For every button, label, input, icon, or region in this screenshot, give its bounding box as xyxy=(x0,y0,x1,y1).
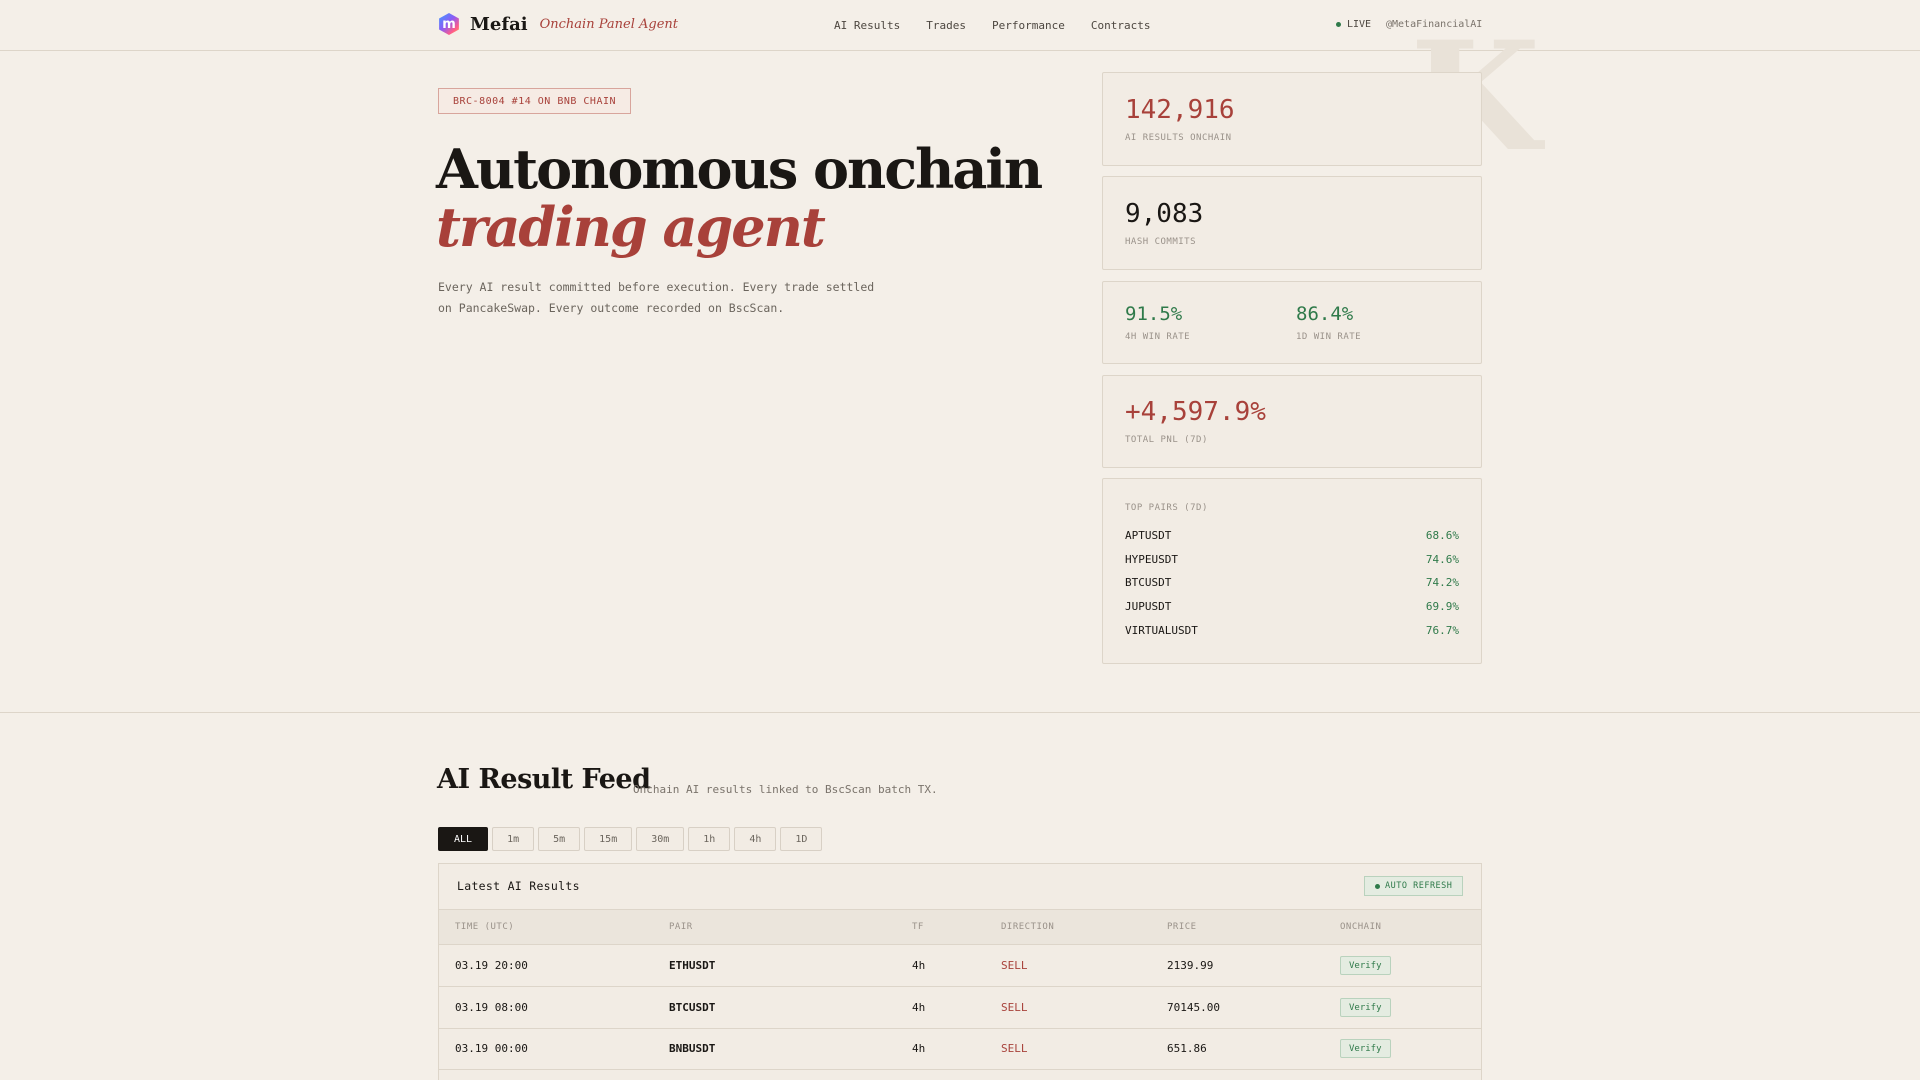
table-header: TIME (UTC) PAIR TF DIRECTION PRICE ONCHA… xyxy=(439,909,1481,945)
cell-tf: 4h xyxy=(912,1042,926,1055)
ai-results-table: Latest AI Results AUTO REFRESH TIME (UTC… xyxy=(438,863,1482,1080)
table-row: 03.19 20:00 ETHUSDT 4h SELL 2139.99 Veri… xyxy=(439,946,1481,987)
cell-time: 03.19 20:00 xyxy=(455,959,528,972)
col-direction: DIRECTION xyxy=(1001,922,1055,932)
table-row: 03.19 00:00 BNBUSDT 4h SELL 651.86 Verif… xyxy=(439,1029,1481,1070)
cell-pair: ETHUSDT xyxy=(669,959,716,972)
stat-card-hash-commits: 9,083 HASH COMMITS xyxy=(1102,176,1482,270)
verify-button[interactable]: Verify xyxy=(1340,998,1391,1017)
brand-name: Mefai xyxy=(470,13,528,35)
filter-5m[interactable]: 5m xyxy=(538,827,581,851)
cell-direction: SELL xyxy=(1001,1001,1028,1014)
cell-pair: BTCUSDT xyxy=(669,1001,716,1014)
stat-label: HASH COMMITS xyxy=(1125,237,1197,247)
top-header: m Mefai Onchain Panel Agent AI Results T… xyxy=(0,0,1920,51)
nav-trades[interactable]: Trades xyxy=(926,19,966,32)
stat-card-win-rates: 91.5% 4H WIN RATE 86.4% 1D WIN RATE xyxy=(1102,281,1482,364)
col-price: PRICE xyxy=(1167,922,1197,932)
cell-price: 651.86 xyxy=(1167,1042,1207,1055)
feed-title: AI Result Feed xyxy=(437,764,651,795)
pair-rate: 68.6% xyxy=(1425,529,1459,542)
timeframe-filters: ALL 1m 5m 15m 30m 1h 4h 1D xyxy=(438,827,826,851)
col-tf: TF xyxy=(912,922,924,932)
nav-contracts[interactable]: Contracts xyxy=(1091,19,1151,32)
top-pairs-card: TOP PAIRS (7D) APTUSDT 68.6% HYPEUSDT 74… xyxy=(1102,478,1482,664)
cell-direction: SELL xyxy=(1001,1042,1028,1055)
hero-title-line1: Autonomous onchain xyxy=(436,137,1043,201)
cell-tf: 4h xyxy=(912,1001,926,1014)
hero-description: Every AI result committed before executi… xyxy=(438,280,875,315)
stat-label-1d: 1D WIN RATE xyxy=(1296,332,1362,342)
brand[interactable]: m Mefai Onchain Panel Agent xyxy=(438,13,678,35)
filter-15m[interactable]: 15m xyxy=(584,827,633,851)
list-item[interactable]: APTUSDT 68.6% xyxy=(1125,529,1459,542)
stat-value: 142,916 xyxy=(1125,95,1235,125)
nav-performance[interactable]: Performance xyxy=(992,19,1065,32)
stat-label: TOTAL PNL (7D) xyxy=(1125,435,1208,445)
stat-card-ai-results: 142,916 AI RESULTS ONCHAIN xyxy=(1102,72,1482,166)
cell-time: 03.19 08:00 xyxy=(455,1001,528,1014)
verify-button[interactable]: Verify xyxy=(1340,956,1391,975)
chain-badge: BRC-8004 #14 ON BNB CHAIN xyxy=(438,88,632,114)
pair-rate: 74.6% xyxy=(1425,553,1459,566)
cell-direction: SELL xyxy=(1001,959,1028,972)
live-indicator: LIVE xyxy=(1336,19,1371,30)
auto-refresh-label: AUTO REFRESH xyxy=(1385,881,1453,891)
filter-30m[interactable]: 30m xyxy=(636,827,685,851)
live-dot-icon xyxy=(1336,22,1341,27)
feed-subtitle: Onchain AI results linked to BscScan bat… xyxy=(633,783,938,796)
stat-label-4h: 4H WIN RATE xyxy=(1125,332,1191,342)
brand-subtitle: Onchain Panel Agent xyxy=(539,16,678,32)
stat-value: +4,597.9% xyxy=(1125,397,1266,427)
list-item[interactable]: HYPEUSDT 74.6% xyxy=(1125,553,1459,566)
col-time: TIME (UTC) xyxy=(455,922,515,932)
stat-value: 9,083 xyxy=(1125,199,1204,229)
list-item[interactable]: JUPUSDT 69.9% xyxy=(1125,600,1459,613)
stat-value-1d: 86.4% xyxy=(1296,303,1354,325)
pair-rate: 74.2% xyxy=(1425,576,1459,589)
stat-value-4h: 91.5% xyxy=(1125,303,1183,325)
cell-price: 2139.99 xyxy=(1167,959,1214,972)
pair-rate: 76.7% xyxy=(1425,624,1459,637)
nav-ai-results[interactable]: AI Results xyxy=(834,19,900,32)
pair-name: APTUSDT xyxy=(1125,529,1172,542)
cell-price: 70145.00 xyxy=(1167,1001,1220,1014)
hero-title-line2: trading agent xyxy=(436,195,826,259)
table-row: 03.19 08:00 BTCUSDT 4h SELL 70145.00 Ver… xyxy=(439,988,1481,1029)
list-item[interactable]: BTCUSDT 74.2% xyxy=(1125,576,1459,589)
stat-label: AI RESULTS ONCHAIN xyxy=(1125,133,1232,143)
pair-name: VIRTUALUSDT xyxy=(1125,624,1198,637)
cell-pair: BNBUSDT xyxy=(669,1042,716,1055)
table-title: Latest AI Results xyxy=(457,879,580,893)
section-divider xyxy=(0,712,1920,713)
cell-time: 03.19 00:00 xyxy=(455,1042,528,1055)
col-onchain: ONCHAIN xyxy=(1340,922,1382,932)
top-pairs-title: TOP PAIRS (7D) xyxy=(1125,503,1208,513)
pair-name: JUPUSDT xyxy=(1125,600,1172,613)
filter-all[interactable]: ALL xyxy=(438,827,489,851)
main-nav: AI Results Trades Performance Contracts xyxy=(834,19,1176,32)
verify-button[interactable]: Verify xyxy=(1340,1039,1391,1058)
mefai-logo-icon: m xyxy=(439,13,459,35)
pair-rate: 69.9% xyxy=(1425,600,1459,613)
stat-card-pnl: +4,597.9% TOTAL PNL (7D) xyxy=(1102,375,1482,468)
auto-refresh-toggle[interactable]: AUTO REFRESH xyxy=(1364,876,1464,896)
col-pair: PAIR xyxy=(669,922,693,932)
refresh-dot-icon xyxy=(1375,883,1380,889)
list-item[interactable]: VIRTUALUSDT 76.7% xyxy=(1125,624,1459,637)
filter-1d[interactable]: 1D xyxy=(780,827,823,851)
cell-tf: 4h xyxy=(912,959,926,972)
pair-name: HYPEUSDT xyxy=(1125,553,1178,566)
filter-4h[interactable]: 4h xyxy=(734,827,777,851)
pair-name: BTCUSDT xyxy=(1125,576,1172,589)
filter-1h[interactable]: 1h xyxy=(688,827,731,851)
live-label: LIVE xyxy=(1347,19,1372,30)
filter-1m[interactable]: 1m xyxy=(492,827,535,851)
